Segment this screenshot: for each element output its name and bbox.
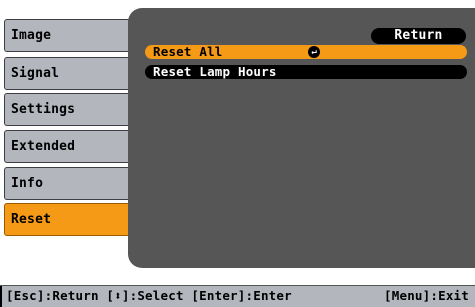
menu-item-settings[interactable]: Settings: [4, 93, 132, 126]
option-label: Reset Lamp Hours: [153, 64, 277, 79]
option-label: Reset All: [153, 44, 223, 59]
menu-item-extended[interactable]: Extended: [4, 130, 132, 163]
menu-item-signal[interactable]: Signal: [4, 57, 132, 90]
reset-lamp-hours-option[interactable]: Reset Lamp Hours: [145, 65, 467, 79]
menu-item-info[interactable]: Info: [4, 167, 132, 200]
menu-item-reset[interactable]: Reset: [4, 203, 132, 236]
return-button[interactable]: Return: [371, 28, 466, 44]
menu-item-label: Settings: [11, 102, 76, 117]
menu-item-label: Signal: [11, 66, 60, 81]
menu-item-label: Image: [11, 28, 52, 43]
menu-item-label: Extended: [11, 139, 76, 154]
reset-all-option[interactable]: Reset All ↵: [145, 45, 467, 59]
menu-item-image[interactable]: Image: [4, 19, 132, 52]
footer-help-left: [Esc]:Return [⬍]:Select [Enter]:Enter: [6, 288, 292, 303]
menu-item-label: Reset: [11, 212, 52, 227]
footer-help-right: [Menu]:Exit: [384, 288, 469, 303]
menu-item-label: Info: [11, 176, 44, 191]
menu-sidebar: Image Signal Settings Extended Info Rese…: [0, 0, 136, 268]
enter-icon: ↵: [308, 46, 320, 58]
key-help-footer: [Esc]:Return [⬍]:Select [Enter]:Enter [M…: [0, 285, 475, 307]
